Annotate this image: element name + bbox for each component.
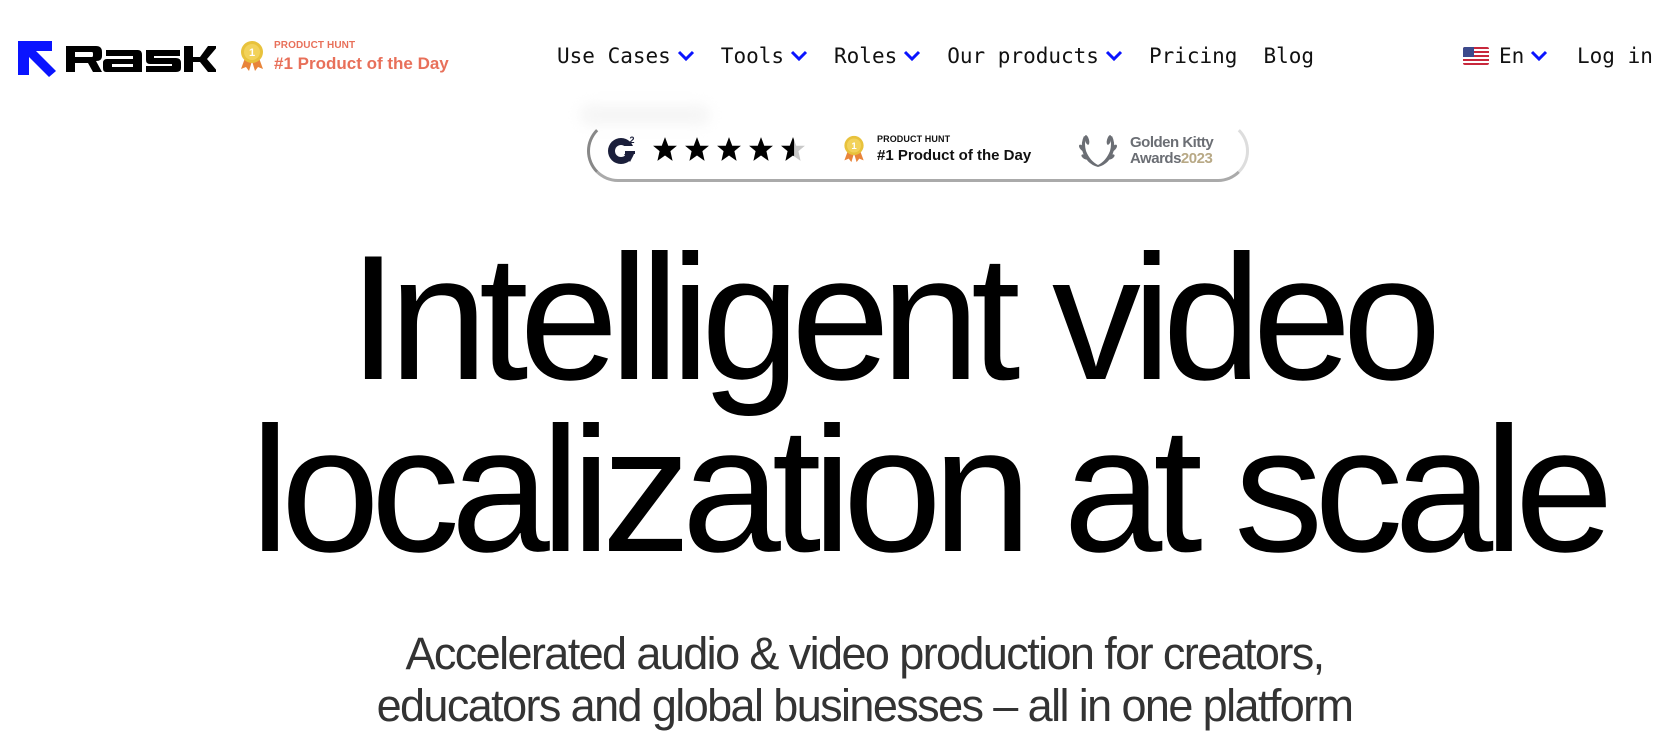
nav-item-label: Our products (947, 44, 1099, 68)
language-label: En (1499, 44, 1525, 68)
svg-text:1: 1 (249, 47, 255, 59)
login-link[interactable]: Log in (1577, 44, 1653, 68)
hero-headline: Intelligent video localization at scale (0, 218, 1669, 589)
nav-item-blog[interactable]: Blog (1263, 44, 1314, 68)
hero-subtitle: Accelerated audio & video production for… (0, 628, 1669, 732)
golden-kitty-award[interactable]: Golden Kitty Awards2023 (1078, 132, 1214, 170)
rask-wordmark (66, 46, 216, 72)
nav-item-label: Blog (1263, 44, 1315, 68)
product-hunt-badge[interactable]: 1 PRODUCT HUNT #1 Product of the Day (240, 40, 449, 72)
nav-item-our-products[interactable]: Our products (947, 44, 1123, 68)
star-half-icon (781, 137, 805, 161)
star-full-icon (685, 137, 709, 161)
star-full-icon (717, 137, 741, 161)
hero-headline-line1: Intelligent video (348, 218, 1442, 417)
award-label-big: #1 Product of the Day (877, 147, 1032, 164)
star-full-icon (653, 137, 677, 161)
nav-item-roles[interactable]: Roles (834, 44, 921, 68)
g2-logo-icon[interactable]: 2 (606, 134, 638, 166)
chevron-down-icon (677, 50, 694, 62)
golden-kitty-year: 2023 (1180, 150, 1213, 167)
medal-icon: 1 (844, 135, 864, 163)
award-label-small: PRODUCT HUNT (877, 134, 951, 144)
nav-item-label: Use Cases (557, 44, 671, 68)
chevron-down-icon (1531, 50, 1548, 62)
g2-rating-stars (652, 136, 806, 162)
nav-item-tools[interactable]: Tools (721, 44, 808, 68)
badge-label-small: PRODUCT HUNT (274, 39, 356, 51)
medal-icon: 1 (241, 41, 263, 71)
chevron-down-icon (790, 50, 808, 62)
hero-headline-line2: localization at scale (250, 390, 1614, 589)
chevron-down-icon (904, 50, 921, 62)
laurel-wreath-icon (1079, 135, 1117, 167)
golden-kitty-line2: Awards2023 (1130, 151, 1213, 167)
nav-item-label: Pricing (1148, 44, 1238, 68)
golden-kitty-line1: Golden Kitty (1130, 134, 1214, 152)
language-selector[interactable]: En (1463, 44, 1548, 68)
us-flag-icon (1463, 47, 1489, 65)
arrow-up-left-icon (18, 41, 56, 77)
badge-label-big: #1 Product of the Day (274, 53, 449, 73)
nav-item-label: Tools (720, 44, 785, 68)
main-nav: Use Cases Tools Roles Our products Prici… (557, 44, 1340, 68)
product-hunt-award[interactable]: 1 PRODUCT HUNT #1 Product of the Day (843, 135, 1031, 163)
golden-kitty-awards-label: Awards (1130, 150, 1181, 167)
hero-subtitle-line1: Accelerated audio & video production for… (405, 628, 1325, 679)
nav-item-pricing[interactable]: Pricing (1149, 44, 1238, 68)
chevron-down-icon (1105, 50, 1123, 62)
rask-logo[interactable] (18, 40, 216, 78)
star-full-icon (749, 137, 773, 161)
svg-text:1: 1 (851, 141, 857, 152)
svg-text:2: 2 (629, 135, 634, 145)
nav-item-use-cases[interactable]: Use Cases (557, 44, 695, 68)
nav-item-label: Roles (834, 44, 898, 68)
hero-subtitle-line2: educators and global businesses – all in… (376, 680, 1354, 731)
